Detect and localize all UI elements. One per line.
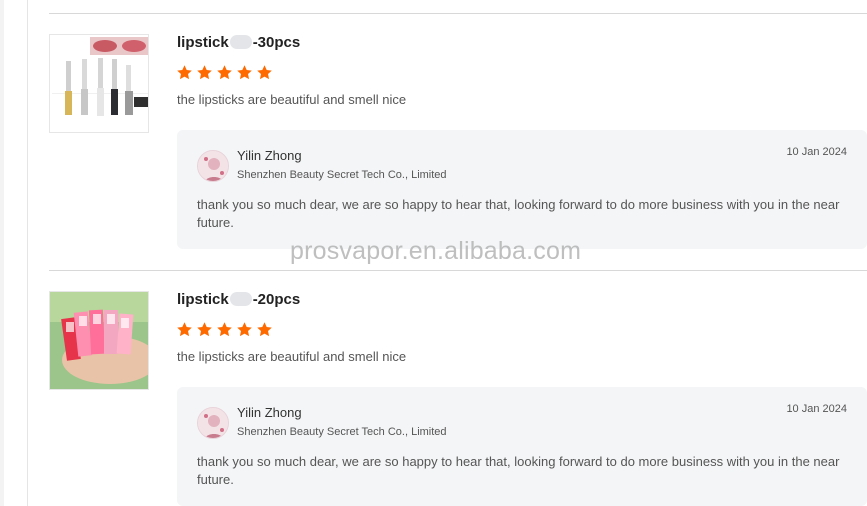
review-title[interactable]: lipstick -30pcs bbox=[177, 34, 300, 51]
star-icon bbox=[216, 321, 233, 338]
rating-stars bbox=[176, 321, 273, 341]
star-icon bbox=[216, 64, 233, 81]
star-icon bbox=[196, 321, 213, 338]
supplier-reply: Yilin Zhong Shenzhen Beauty Secret Tech … bbox=[177, 387, 867, 506]
rating-stars bbox=[176, 64, 273, 84]
avatar-image bbox=[198, 408, 228, 438]
reply-text: thank you so much dear, we are so happy … bbox=[197, 197, 840, 230]
reply-author-name: Yilin Zhong bbox=[237, 148, 302, 163]
review-comment: the lipsticks are beautiful and smell ni… bbox=[177, 92, 407, 107]
reply-date: 10 Jan 2024 bbox=[786, 403, 847, 415]
reply-author-name: Yilin Zhong bbox=[237, 405, 302, 420]
review-divider bbox=[49, 270, 867, 271]
review-comment: the lipsticks are beautiful and smell ni… bbox=[177, 349, 407, 364]
product-thumbnail[interactable] bbox=[49, 291, 149, 390]
title-suffix: -30pcs bbox=[252, 34, 301, 51]
review-item: lipstick -30pcs the lipsticks are beautif… bbox=[49, 34, 867, 264]
product-thumbnail[interactable] bbox=[49, 34, 149, 133]
star-icon bbox=[256, 321, 273, 338]
reply-company: Shenzhen Beauty Secret Tech Co., Limited bbox=[237, 169, 447, 181]
reply-company: Shenzhen Beauty Secret Tech Co., Limited bbox=[237, 426, 447, 438]
title-text: lipstick bbox=[177, 291, 229, 308]
avatar-image bbox=[198, 151, 228, 181]
title-suffix: -20pcs bbox=[252, 291, 301, 308]
supplier-reply: Yilin Zhong Shenzhen Beauty Secret Tech … bbox=[177, 130, 867, 249]
review-item: lipstick -20pcs the lipsticks are beautif… bbox=[49, 291, 867, 506]
watermark: prosvapor.en.alibaba.com bbox=[290, 237, 582, 265]
star-icon bbox=[236, 321, 253, 338]
title-text: lipstick bbox=[177, 34, 229, 51]
redaction-blur bbox=[229, 292, 252, 306]
left-rail-edge bbox=[0, 0, 4, 506]
left-rail bbox=[0, 0, 28, 506]
review-title[interactable]: lipstick -20pcs bbox=[177, 291, 300, 308]
star-icon bbox=[196, 64, 213, 81]
lipstick-tubes-image bbox=[50, 35, 148, 132]
reply-text: thank you so much dear, we are so happy … bbox=[197, 454, 840, 487]
reply-date: 10 Jan 2024 bbox=[786, 146, 847, 158]
redaction-blur bbox=[229, 35, 252, 49]
star-icon bbox=[176, 64, 193, 81]
star-icon bbox=[256, 64, 273, 81]
lipstick-hand-image bbox=[50, 292, 148, 389]
star-icon bbox=[236, 64, 253, 81]
avatar bbox=[197, 150, 229, 182]
avatar bbox=[197, 407, 229, 439]
review-divider bbox=[49, 13, 867, 14]
star-icon bbox=[176, 321, 193, 338]
